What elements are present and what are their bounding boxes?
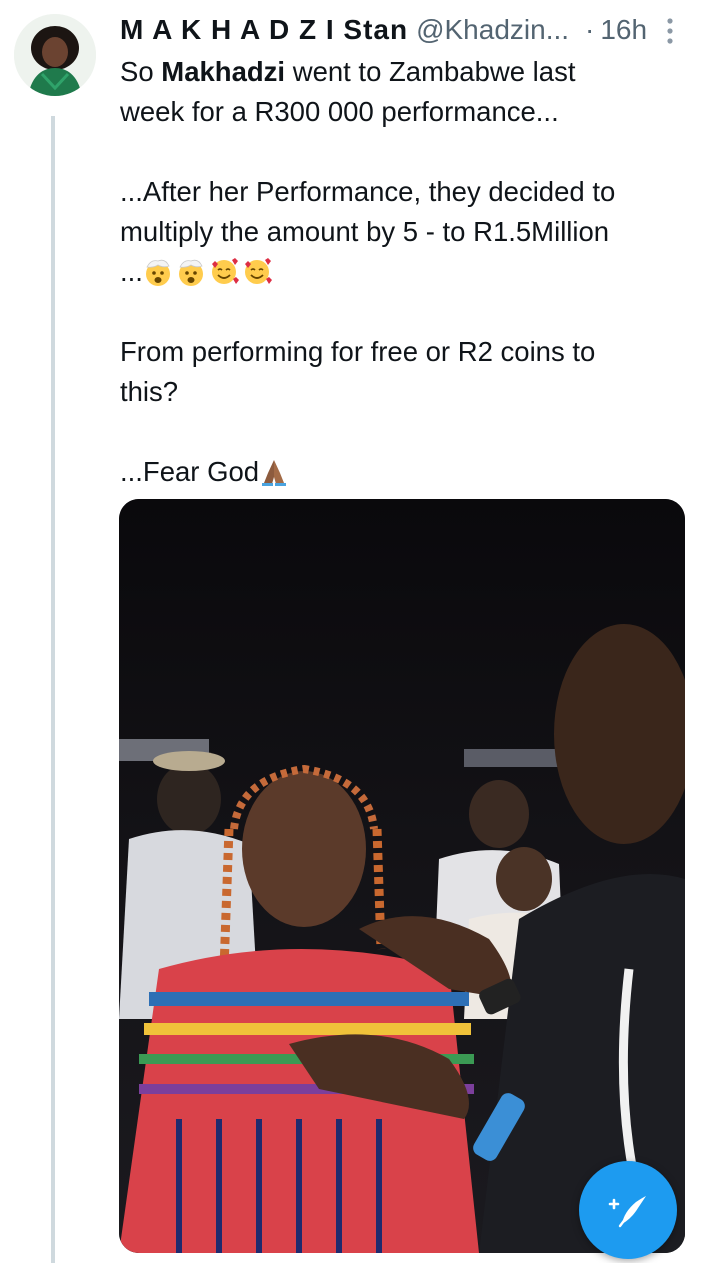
tweet-line-emojis: ... [120,252,690,292]
tweet-header: M A K H A D Z I Stan @Khadzin... · 16h [120,12,647,48]
tweet-line: multiply the amount by 5 - to R1.5Millio… [120,216,610,247]
folded-hands-emoji [262,460,287,486]
tweet-line: From performing for free or R2 coins to [120,336,596,367]
smiling-face-with-hearts-emoji [211,258,239,284]
text-fragment: ...Fear God [120,456,260,487]
text-fragment: So [120,56,162,87]
display-name[interactable]: M A K H A D Z I Stan [120,14,408,46]
tweet-paragraph-1: So Makhadzi went to Zambabwe last week f… [120,52,690,132]
more-options-icon[interactable] [660,14,680,48]
separator-dot: · [585,14,595,45]
compose-tweet-button[interactable] [579,1161,677,1259]
timestamp[interactable]: 16h [600,14,647,46]
text-fragment: went to Zambabwe last [285,56,576,87]
tweet-line: So Makhadzi went to Zambabwe last [120,52,690,92]
bold-name: Makhadzi [161,56,286,87]
tweet-line: ...Fear God [120,452,690,492]
user-handle[interactable]: @Khadzin... [416,14,569,46]
tweet-text: So Makhadzi went to Zambabwe last week f… [120,52,690,532]
tweet-paragraph-3: From performing for free or R2 coins to … [120,332,690,412]
tweet-paragraph-2: ...After her Performance, they decided t… [120,172,690,292]
tweet[interactable]: M A K H A D Z I Stan @Khadzin... · 16h S… [0,0,705,1263]
avatar[interactable] [14,14,96,96]
text-fragment: ... [120,256,143,287]
photo-image [119,499,685,1253]
tweet-line: this? [120,376,179,407]
compose-tweet-icon [608,1196,646,1228]
tweet-paragraph-4: ...Fear God [120,452,690,492]
exploding-head-emoji [145,259,170,286]
tweet-line: week for a R300 000 performance... [120,96,559,127]
exploding-head-emoji [178,259,203,286]
smiling-face-with-hearts-emoji [244,258,272,284]
tweet-line: ...After her Performance, they decided t… [120,176,616,207]
tweet-photo[interactable] [119,499,685,1253]
avatar-image [14,14,96,96]
thread-connector-line [51,116,55,1263]
